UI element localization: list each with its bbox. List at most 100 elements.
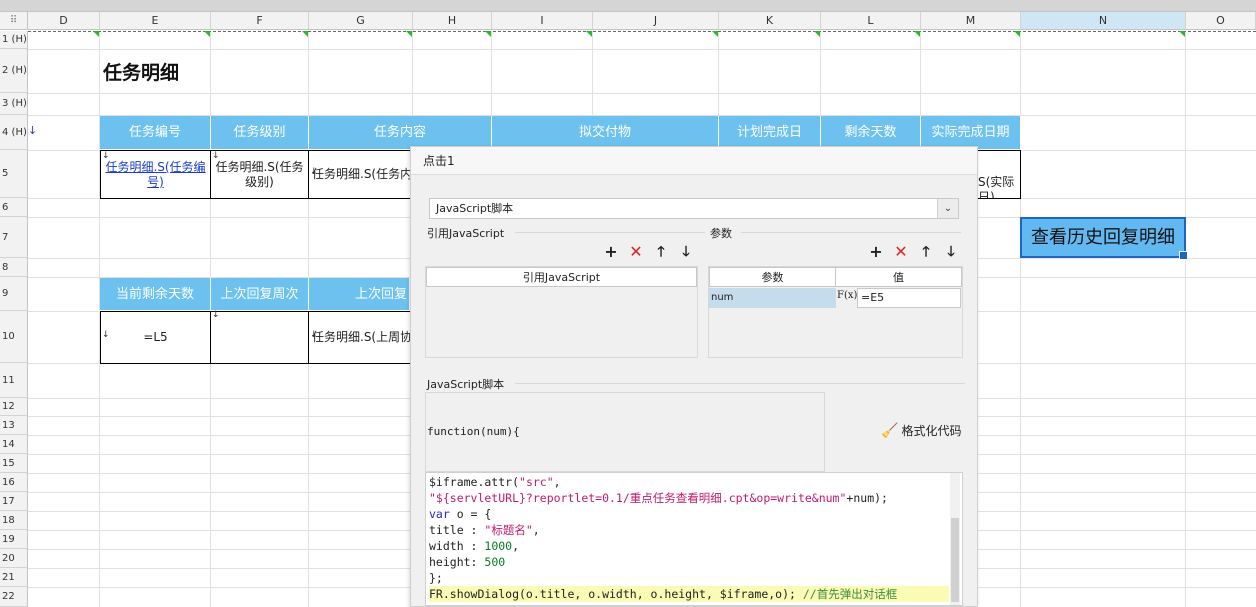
col-header-n[interactable]: N bbox=[1021, 12, 1186, 30]
param-value-input[interactable]: =E5 bbox=[857, 288, 961, 308]
row-header-1[interactable]: 1 (H) bbox=[0, 31, 28, 49]
move-down-icon[interactable]: 🡓 bbox=[676, 243, 696, 261]
col-header-l[interactable]: L bbox=[821, 12, 921, 30]
resize-handle[interactable] bbox=[1179, 251, 1188, 260]
expand-down-icon: ↓ bbox=[212, 151, 220, 161]
cell-f10[interactable]: ↓ bbox=[210, 310, 309, 364]
cell-g5[interactable]: ↓ 任务明细.S(任务内 bbox=[308, 150, 413, 199]
cell-e10[interactable]: ↓ =L5 bbox=[100, 311, 211, 364]
format-code-button[interactable]: 🧹 格式化代码 bbox=[881, 422, 961, 439]
param-up-icon[interactable]: 🡑 bbox=[916, 243, 936, 261]
row-header-21[interactable]: 21 bbox=[0, 568, 28, 587]
col-header-g[interactable]: G bbox=[309, 12, 413, 30]
header-deliverable[interactable]: 拟交付物 bbox=[492, 116, 719, 150]
param-name-header: 参数 bbox=[709, 267, 836, 287]
header-last-week[interactable]: 上次回复周次 bbox=[211, 278, 309, 311]
header-task-id[interactable]: 任务编号 bbox=[100, 116, 211, 150]
row-header-10[interactable]: 10 bbox=[0, 311, 28, 363]
top-strip bbox=[0, 0, 1256, 12]
col-header-j[interactable]: J bbox=[593, 12, 719, 30]
row-header-9[interactable]: 9 bbox=[0, 277, 28, 311]
cell-e5[interactable]: ↓ 任务明细.S(任务编号) bbox=[100, 150, 211, 199]
header-last-reply[interactable]: 上次回复 bbox=[309, 278, 410, 311]
row-header-7[interactable]: 7 bbox=[0, 217, 28, 258]
cell-marker bbox=[814, 31, 820, 37]
row-header-20[interactable]: 20 bbox=[0, 549, 28, 568]
row-header-18[interactable]: 18 bbox=[0, 511, 28, 530]
param-panel[interactable]: 参数 值 num F(x) =E5 bbox=[708, 266, 963, 358]
row-header-15[interactable]: 15 bbox=[0, 454, 28, 473]
add-icon[interactable]: + bbox=[601, 243, 621, 261]
row-header-11[interactable]: 11 bbox=[0, 363, 28, 398]
delete-param-icon[interactable]: ✕ bbox=[891, 243, 911, 261]
script-type-select[interactable]: JavaScript脚本 ⌄ bbox=[429, 198, 959, 219]
chevron-down-icon[interactable]: ⌄ bbox=[937, 199, 958, 218]
expand-arrow-icon[interactable]: ↓ bbox=[28, 124, 37, 137]
row-header-2[interactable]: 2 (H) bbox=[0, 49, 28, 93]
header-current-remaining[interactable]: 当前剩余天数 bbox=[100, 278, 211, 311]
event-dialog[interactable]: 点击1 JavaScript脚本 ⌄ 引用JavaScript + ✕ 🡑 🡓 … bbox=[410, 146, 978, 607]
ref-js-panel[interactable]: 引用JavaScript bbox=[425, 266, 698, 358]
row-header-19[interactable]: 19 bbox=[0, 530, 28, 549]
actual-date-value: S(实际 日) bbox=[978, 175, 1015, 199]
formula-fx-icon[interactable]: F(x) bbox=[837, 287, 857, 308]
move-up-icon[interactable]: 🡑 bbox=[651, 243, 671, 261]
code-line-highlighted: FR.showDialog(o.title, o.width, o.height… bbox=[429, 586, 949, 602]
col-header-h[interactable]: H bbox=[413, 12, 492, 30]
row-header-13[interactable]: 13 bbox=[0, 416, 28, 435]
task-id-link[interactable]: 任务明细.S(任务编号) bbox=[105, 160, 205, 189]
cell-g10[interactable]: ↓ 任务明细.S(上周协 bbox=[308, 311, 413, 364]
current-remaining-value: =L5 bbox=[143, 330, 168, 344]
col-header-m[interactable]: M bbox=[921, 12, 1021, 30]
script-type-value: JavaScript脚本 bbox=[436, 202, 514, 215]
col-header-k[interactable]: K bbox=[719, 12, 821, 30]
header-planned-date[interactable]: 计划完成日 bbox=[719, 116, 821, 150]
cell-marker bbox=[204, 31, 210, 37]
code-line: }; bbox=[429, 571, 443, 585]
expand-down-icon: ↓ bbox=[310, 167, 318, 177]
row-header-5[interactable]: 5 bbox=[0, 150, 28, 198]
select-all-corner[interactable]: ⠿ bbox=[0, 12, 28, 30]
section-divider bbox=[741, 232, 961, 233]
editor-scrollbar[interactable] bbox=[950, 473, 960, 605]
cell-marker bbox=[712, 31, 718, 37]
script-editor[interactable]: $iframe.attr("src", "${servletURL}?repor… bbox=[425, 472, 963, 606]
header-actual-date[interactable]: 实际完成日期 bbox=[921, 116, 1021, 150]
history-reply-button[interactable]: 查看历史回复明细 bbox=[1020, 217, 1188, 260]
ref-js-column-header: 引用JavaScript bbox=[426, 267, 697, 287]
last-reply-value: 任务明细.S(上周协 bbox=[312, 330, 413, 344]
row-header-3[interactable]: 3 (H) bbox=[0, 93, 28, 115]
cell-marker bbox=[93, 31, 99, 37]
task-level-value: 任务明细.S(任务级别) bbox=[215, 160, 304, 189]
param-down-icon[interactable]: 🡓 bbox=[941, 243, 961, 261]
row-header-16[interactable]: 16 bbox=[0, 473, 28, 492]
cell-m5[interactable]: S(实际 日) bbox=[976, 150, 1021, 199]
cell-marker bbox=[586, 31, 592, 37]
col-header-d[interactable]: D bbox=[28, 12, 100, 30]
row-header-4[interactable]: 4 (H) bbox=[0, 115, 28, 150]
row-header-22[interactable]: 22 bbox=[0, 587, 28, 607]
broom-icon: 🧹 bbox=[881, 422, 899, 439]
delete-icon[interactable]: ✕ bbox=[626, 243, 646, 261]
row-header-6[interactable]: 6 bbox=[0, 198, 28, 217]
param-name-cell[interactable]: num bbox=[709, 288, 836, 308]
col-header-f[interactable]: F bbox=[211, 12, 309, 30]
param-value-header: 值 bbox=[835, 267, 962, 287]
header-remaining-days[interactable]: 剩余天数 bbox=[821, 116, 921, 150]
scrollbar-thumb[interactable] bbox=[951, 518, 959, 602]
col-header-o[interactable]: O bbox=[1186, 12, 1256, 30]
row-header-17[interactable]: 17 bbox=[0, 492, 28, 511]
row-header-12[interactable]: 12 bbox=[0, 398, 28, 416]
cell-f5[interactable]: ↓ 任务明细.S(任务级别) bbox=[210, 150, 309, 199]
row-header-14[interactable]: 14 bbox=[0, 435, 28, 454]
col-header-e[interactable]: E bbox=[100, 12, 211, 30]
format-code-label: 格式化代码 bbox=[901, 424, 962, 438]
col-header-i[interactable]: I bbox=[492, 12, 593, 30]
header-task-level[interactable]: 任务级别 bbox=[211, 116, 309, 150]
expand-down-icon: ↓ bbox=[102, 151, 110, 161]
row-header-8[interactable]: 8 bbox=[0, 258, 28, 277]
add-param-icon[interactable]: + bbox=[866, 243, 886, 261]
code-line: var o = { bbox=[429, 507, 492, 521]
section-divider bbox=[515, 232, 705, 233]
header-task-content[interactable]: 任务内容 bbox=[309, 116, 492, 150]
